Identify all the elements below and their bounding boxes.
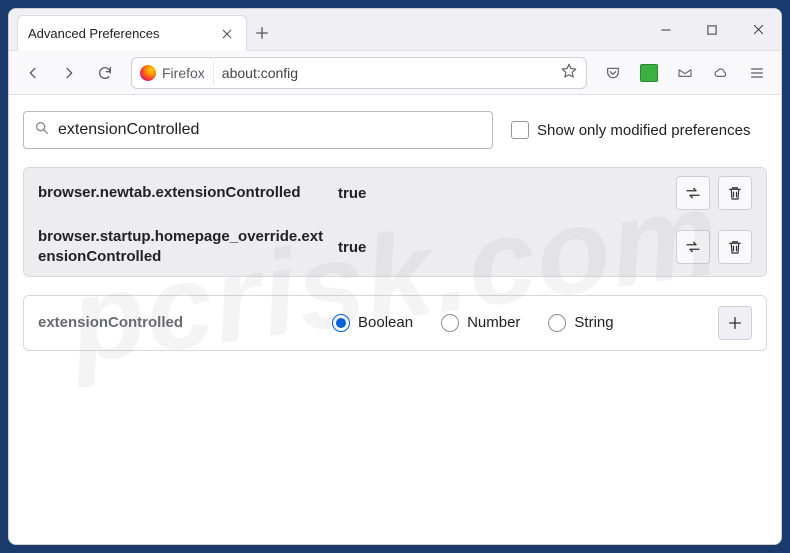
star-icon	[560, 62, 578, 80]
reload-icon	[97, 65, 113, 81]
pref-row: browser.startup.homepage_override.extens…	[24, 219, 766, 276]
add-pref-name: extensionControlled	[38, 314, 318, 331]
forward-button[interactable]	[53, 57, 85, 89]
pref-actions	[676, 230, 752, 264]
trash-icon	[726, 238, 744, 256]
cloud-icon	[713, 65, 729, 81]
hamburger-icon	[749, 65, 765, 81]
add-pref-button[interactable]	[718, 306, 752, 340]
tab-title: Advanced Preferences	[28, 26, 160, 41]
checkbox-icon	[511, 121, 529, 139]
pref-name: browser.newtab.extensionControlled	[38, 183, 338, 203]
account-button[interactable]	[705, 57, 737, 89]
identity-label: Firefox	[162, 65, 205, 81]
type-radio-group: Boolean Number String	[332, 314, 614, 332]
pref-results: browser.newtab.extensionControlled true …	[23, 167, 767, 277]
add-pref-row: extensionControlled Boolean Number Strin…	[23, 295, 767, 351]
show-modified-checkbox[interactable]: Show only modified preferences	[511, 121, 750, 139]
radio-boolean[interactable]: Boolean	[332, 314, 413, 332]
address-text: about:config	[222, 65, 298, 81]
bookmark-star-button[interactable]	[560, 62, 578, 83]
identity-box[interactable]: Firefox	[140, 62, 214, 84]
minimize-icon	[660, 24, 672, 36]
reload-button[interactable]	[89, 57, 121, 89]
window-controls	[643, 9, 781, 50]
pref-row: browser.newtab.extensionControlled true	[24, 168, 766, 219]
mail-button[interactable]	[669, 57, 701, 89]
pref-value: true	[338, 239, 676, 256]
arrow-left-icon	[25, 65, 41, 81]
delete-button[interactable]	[718, 176, 752, 210]
browser-tab[interactable]: Advanced Preferences	[17, 15, 247, 51]
close-window-button[interactable]	[735, 9, 781, 50]
new-tab-button[interactable]	[247, 15, 277, 50]
maximize-icon	[706, 24, 718, 36]
pref-actions	[676, 176, 752, 210]
back-button[interactable]	[17, 57, 49, 89]
about-config-content: Show only modified preferences browser.n…	[9, 95, 781, 544]
radio-label: String	[574, 314, 613, 331]
radio-label: Boolean	[358, 314, 413, 331]
browser-window: Advanced Preferences	[8, 8, 782, 545]
radio-number[interactable]: Number	[441, 314, 520, 332]
search-row: Show only modified preferences	[23, 111, 767, 149]
plus-icon	[727, 315, 743, 331]
plus-icon	[255, 26, 269, 40]
pref-search-input[interactable]	[58, 121, 482, 139]
toggle-icon	[684, 238, 702, 256]
radio-icon	[441, 314, 459, 332]
navigation-toolbar: Firefox about:config	[9, 51, 781, 95]
toggle-icon	[684, 184, 702, 202]
close-icon	[221, 28, 233, 40]
maximize-button[interactable]	[689, 9, 735, 50]
app-menu-button[interactable]	[741, 57, 773, 89]
pocket-button[interactable]	[597, 57, 629, 89]
minimize-button[interactable]	[643, 9, 689, 50]
close-icon	[752, 23, 765, 36]
radio-label: Number	[467, 314, 520, 331]
pocket-icon	[605, 65, 621, 81]
titlebar: Advanced Preferences	[9, 9, 781, 51]
extension-icon	[640, 64, 658, 82]
delete-button[interactable]	[718, 230, 752, 264]
toggle-button[interactable]	[676, 176, 710, 210]
toggle-button[interactable]	[676, 230, 710, 264]
url-bar[interactable]: Firefox about:config	[131, 57, 587, 89]
extension-button[interactable]	[633, 57, 665, 89]
tab-close-button[interactable]	[218, 25, 236, 43]
radio-icon	[332, 314, 350, 332]
mail-icon	[677, 65, 693, 81]
radio-icon	[548, 314, 566, 332]
pref-search-box[interactable]	[23, 111, 493, 149]
search-icon	[34, 120, 50, 141]
checkbox-label: Show only modified preferences	[537, 122, 750, 139]
trash-icon	[726, 184, 744, 202]
pref-value: true	[338, 185, 676, 202]
firefox-icon	[140, 65, 156, 81]
radio-string[interactable]: String	[548, 314, 613, 332]
pref-name: browser.startup.homepage_override.extens…	[38, 227, 338, 268]
arrow-right-icon	[61, 65, 77, 81]
